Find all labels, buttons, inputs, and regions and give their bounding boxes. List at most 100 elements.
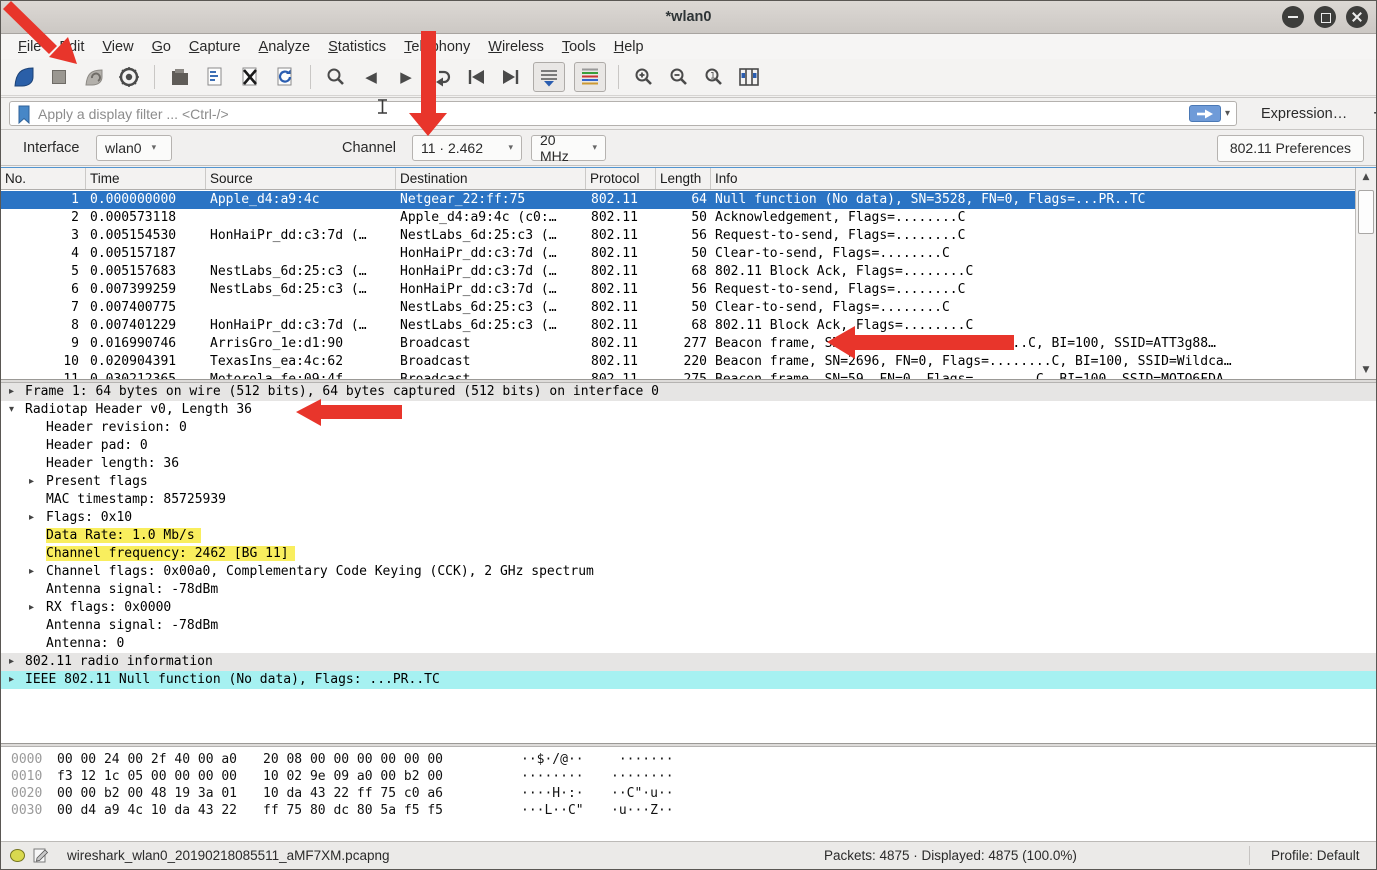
- column-header-destination[interactable]: Destination: [396, 168, 586, 189]
- expert-info-icon[interactable]: [10, 849, 25, 862]
- detail-line[interactable]: Data Rate: 1.0 Mb/s: [1, 527, 1376, 545]
- expander-closed-icon[interactable]: ▸: [9, 653, 14, 671]
- expander-closed-icon[interactable]: ▸: [29, 509, 34, 527]
- zoom-out-icon[interactable]: [666, 64, 692, 90]
- menu-file[interactable]: File: [9, 37, 50, 57]
- minimize-button[interactable]: [1282, 6, 1304, 28]
- go-to-packet-icon[interactable]: [428, 64, 454, 90]
- packet-row[interactable]: 110.030212365Motorola_fe:09:4fBroadcast8…: [1, 371, 1355, 379]
- filter-history-caret-icon[interactable]: ▾: [1225, 108, 1230, 119]
- detail-line[interactable]: Antenna: 0: [1, 635, 1376, 653]
- menu-analyze[interactable]: Analyze: [250, 37, 320, 57]
- find-packet-icon[interactable]: [323, 64, 349, 90]
- save-file-icon[interactable]: [202, 64, 228, 90]
- packet-row[interactable]: 100.020904391TexasIns_ea:4c:62Broadcast8…: [1, 353, 1355, 371]
- packet-row[interactable]: 60.007399259NestLabs_6d:25:c3 (…HonHaiPr…: [1, 281, 1355, 299]
- colorize-icon[interactable]: [574, 62, 606, 92]
- detail-line[interactable]: ▸IEEE 802.11 Null function (No data), Fl…: [1, 671, 1376, 689]
- packet-row[interactable]: 30.005154530HonHaiPr_dd:c3:7d (…NestLabs…: [1, 227, 1355, 245]
- apply-filter-button[interactable]: [1189, 105, 1221, 122]
- auto-scroll-icon[interactable]: [533, 62, 565, 92]
- detail-line[interactable]: Antenna signal: -78dBm: [1, 581, 1376, 599]
- expression-button[interactable]: Expression…: [1261, 106, 1347, 122]
- scroll-down-icon[interactable]: ▼: [1358, 363, 1374, 377]
- hex-row[interactable]: 000000 00 24 00 2f 40 00 a020 08 00 00 0…: [1, 751, 1376, 768]
- preferences-80211-button[interactable]: 802.11 Preferences: [1217, 135, 1364, 162]
- expander-closed-icon[interactable]: ▸: [29, 473, 34, 491]
- packet-row[interactable]: 80.007401229HonHaiPr_dd:c3:7d (…NestLabs…: [1, 317, 1355, 335]
- packet-list-header[interactable]: No.TimeSourceDestinationProtocolLengthIn…: [1, 168, 1376, 190]
- menu-wireless[interactable]: Wireless: [479, 37, 553, 57]
- go-first-packet-icon[interactable]: [463, 64, 489, 90]
- title-bar[interactable]: *wlan0: [1, 1, 1376, 34]
- restart-capture-icon[interactable]: [81, 64, 107, 90]
- packet-row[interactable]: 10.000000000Apple_d4:a9:4cNetgear_22:ff:…: [1, 191, 1355, 209]
- packet-row[interactable]: 70.007400775NestLabs_6d:25:c3 (…802.1150…: [1, 299, 1355, 317]
- channel-dropdown[interactable]: 11 · 2.462 ▾: [412, 135, 522, 161]
- bandwidth-dropdown[interactable]: 20 MHz ▾: [531, 135, 606, 161]
- detail-line[interactable]: MAC timestamp: 85725939: [1, 491, 1376, 509]
- scroll-up-icon[interactable]: ▲: [1358, 170, 1374, 184]
- detail-line[interactable]: Header length: 36: [1, 455, 1376, 473]
- column-header-info[interactable]: Info: [711, 168, 1376, 189]
- detail-line[interactable]: Header pad: 0: [1, 437, 1376, 455]
- detail-line[interactable]: ▸802.11 radio information: [1, 653, 1376, 671]
- capture-comment-icon[interactable]: [33, 847, 49, 863]
- packet-row[interactable]: 20.000573118Apple_d4:a9:4c (c0:…802.1150…: [1, 209, 1355, 227]
- detail-line[interactable]: ▸Frame 1: 64 bytes on wire (512 bits), 6…: [1, 383, 1376, 401]
- zoom-original-icon[interactable]: 1: [701, 64, 727, 90]
- expander-closed-icon[interactable]: ▸: [9, 383, 14, 401]
- close-button[interactable]: [1346, 6, 1368, 28]
- detail-line[interactable]: Antenna signal: -78dBm: [1, 617, 1376, 635]
- resize-columns-icon[interactable]: [736, 64, 762, 90]
- packet-list-scrollbar[interactable]: ▲ ▼: [1355, 168, 1376, 379]
- add-filter-button[interactable]: +: [1373, 103, 1377, 124]
- expander-closed-icon[interactable]: ▸: [29, 599, 34, 617]
- column-header-protocol[interactable]: Protocol: [586, 168, 656, 189]
- column-header-source[interactable]: Source: [206, 168, 396, 189]
- detail-line[interactable]: ▸Channel flags: 0x00a0, Complementary Co…: [1, 563, 1376, 581]
- menu-capture[interactable]: Capture: [180, 37, 250, 57]
- go-back-icon[interactable]: ◀: [358, 64, 384, 90]
- menu-help[interactable]: Help: [605, 37, 653, 57]
- profile-status[interactable]: Profile: Default: [1271, 848, 1360, 863]
- expander-open-icon[interactable]: ▾: [9, 401, 14, 419]
- stop-capture-icon[interactable]: [46, 64, 72, 90]
- menu-telephony[interactable]: Telephony: [395, 37, 479, 57]
- menu-view[interactable]: View: [93, 37, 142, 57]
- maximize-button[interactable]: [1314, 6, 1336, 28]
- detail-line[interactable]: ▸RX flags: 0x0000: [1, 599, 1376, 617]
- filter-bookmark-icon[interactable]: [16, 105, 32, 129]
- zoom-in-icon[interactable]: [631, 64, 657, 90]
- packet-bytes-pane[interactable]: 000000 00 24 00 2f 40 00 a020 08 00 00 0…: [1, 747, 1376, 843]
- reload-file-icon[interactable]: [272, 64, 298, 90]
- hex-row[interactable]: 002000 00 b2 00 48 19 3a 0110 da 43 22 f…: [1, 785, 1376, 802]
- hex-row[interactable]: 0010f3 12 1c 05 00 00 00 0010 02 9e 09 a…: [1, 768, 1376, 785]
- menu-tools[interactable]: Tools: [553, 37, 605, 57]
- go-last-packet-icon[interactable]: [498, 64, 524, 90]
- detail-line[interactable]: ▾Radiotap Header v0, Length 36: [1, 401, 1376, 419]
- scrollbar-thumb[interactable]: [1358, 190, 1374, 234]
- packet-row[interactable]: 50.005157683NestLabs_6d:25:c3 (…HonHaiPr…: [1, 263, 1355, 281]
- display-filter-input[interactable]: [38, 106, 1189, 122]
- detail-line[interactable]: Header revision: 0: [1, 419, 1376, 437]
- menu-statistics[interactable]: Statistics: [319, 37, 395, 57]
- column-header-time[interactable]: Time: [86, 168, 206, 189]
- hex-row[interactable]: 003000 d4 a9 4c 10 da 43 22ff 75 80 dc 8…: [1, 802, 1376, 819]
- detail-line[interactable]: ▸Flags: 0x10: [1, 509, 1376, 527]
- column-header-no[interactable]: No.: [1, 168, 86, 189]
- interface-dropdown[interactable]: wlan0 ▾: [96, 135, 172, 161]
- menu-go[interactable]: Go: [143, 37, 180, 57]
- detail-line[interactable]: ▸Present flags: [1, 473, 1376, 491]
- open-file-icon[interactable]: [167, 64, 193, 90]
- close-file-icon[interactable]: [237, 64, 263, 90]
- expander-closed-icon[interactable]: ▸: [9, 671, 14, 689]
- capture-options-icon[interactable]: [116, 64, 142, 90]
- detail-line[interactable]: Channel frequency: 2462 [BG 11]: [1, 545, 1376, 563]
- start-capture-icon[interactable]: [11, 64, 37, 90]
- expander-closed-icon[interactable]: ▸: [29, 563, 34, 581]
- packet-row[interactable]: 40.005157187HonHaiPr_dd:c3:7d (…802.1150…: [1, 245, 1355, 263]
- packet-row[interactable]: 90.016990746ArrisGro_1e:d1:90Broadcast80…: [1, 335, 1355, 353]
- column-header-length[interactable]: Length: [656, 168, 711, 189]
- menu-edit[interactable]: Edit: [50, 37, 93, 57]
